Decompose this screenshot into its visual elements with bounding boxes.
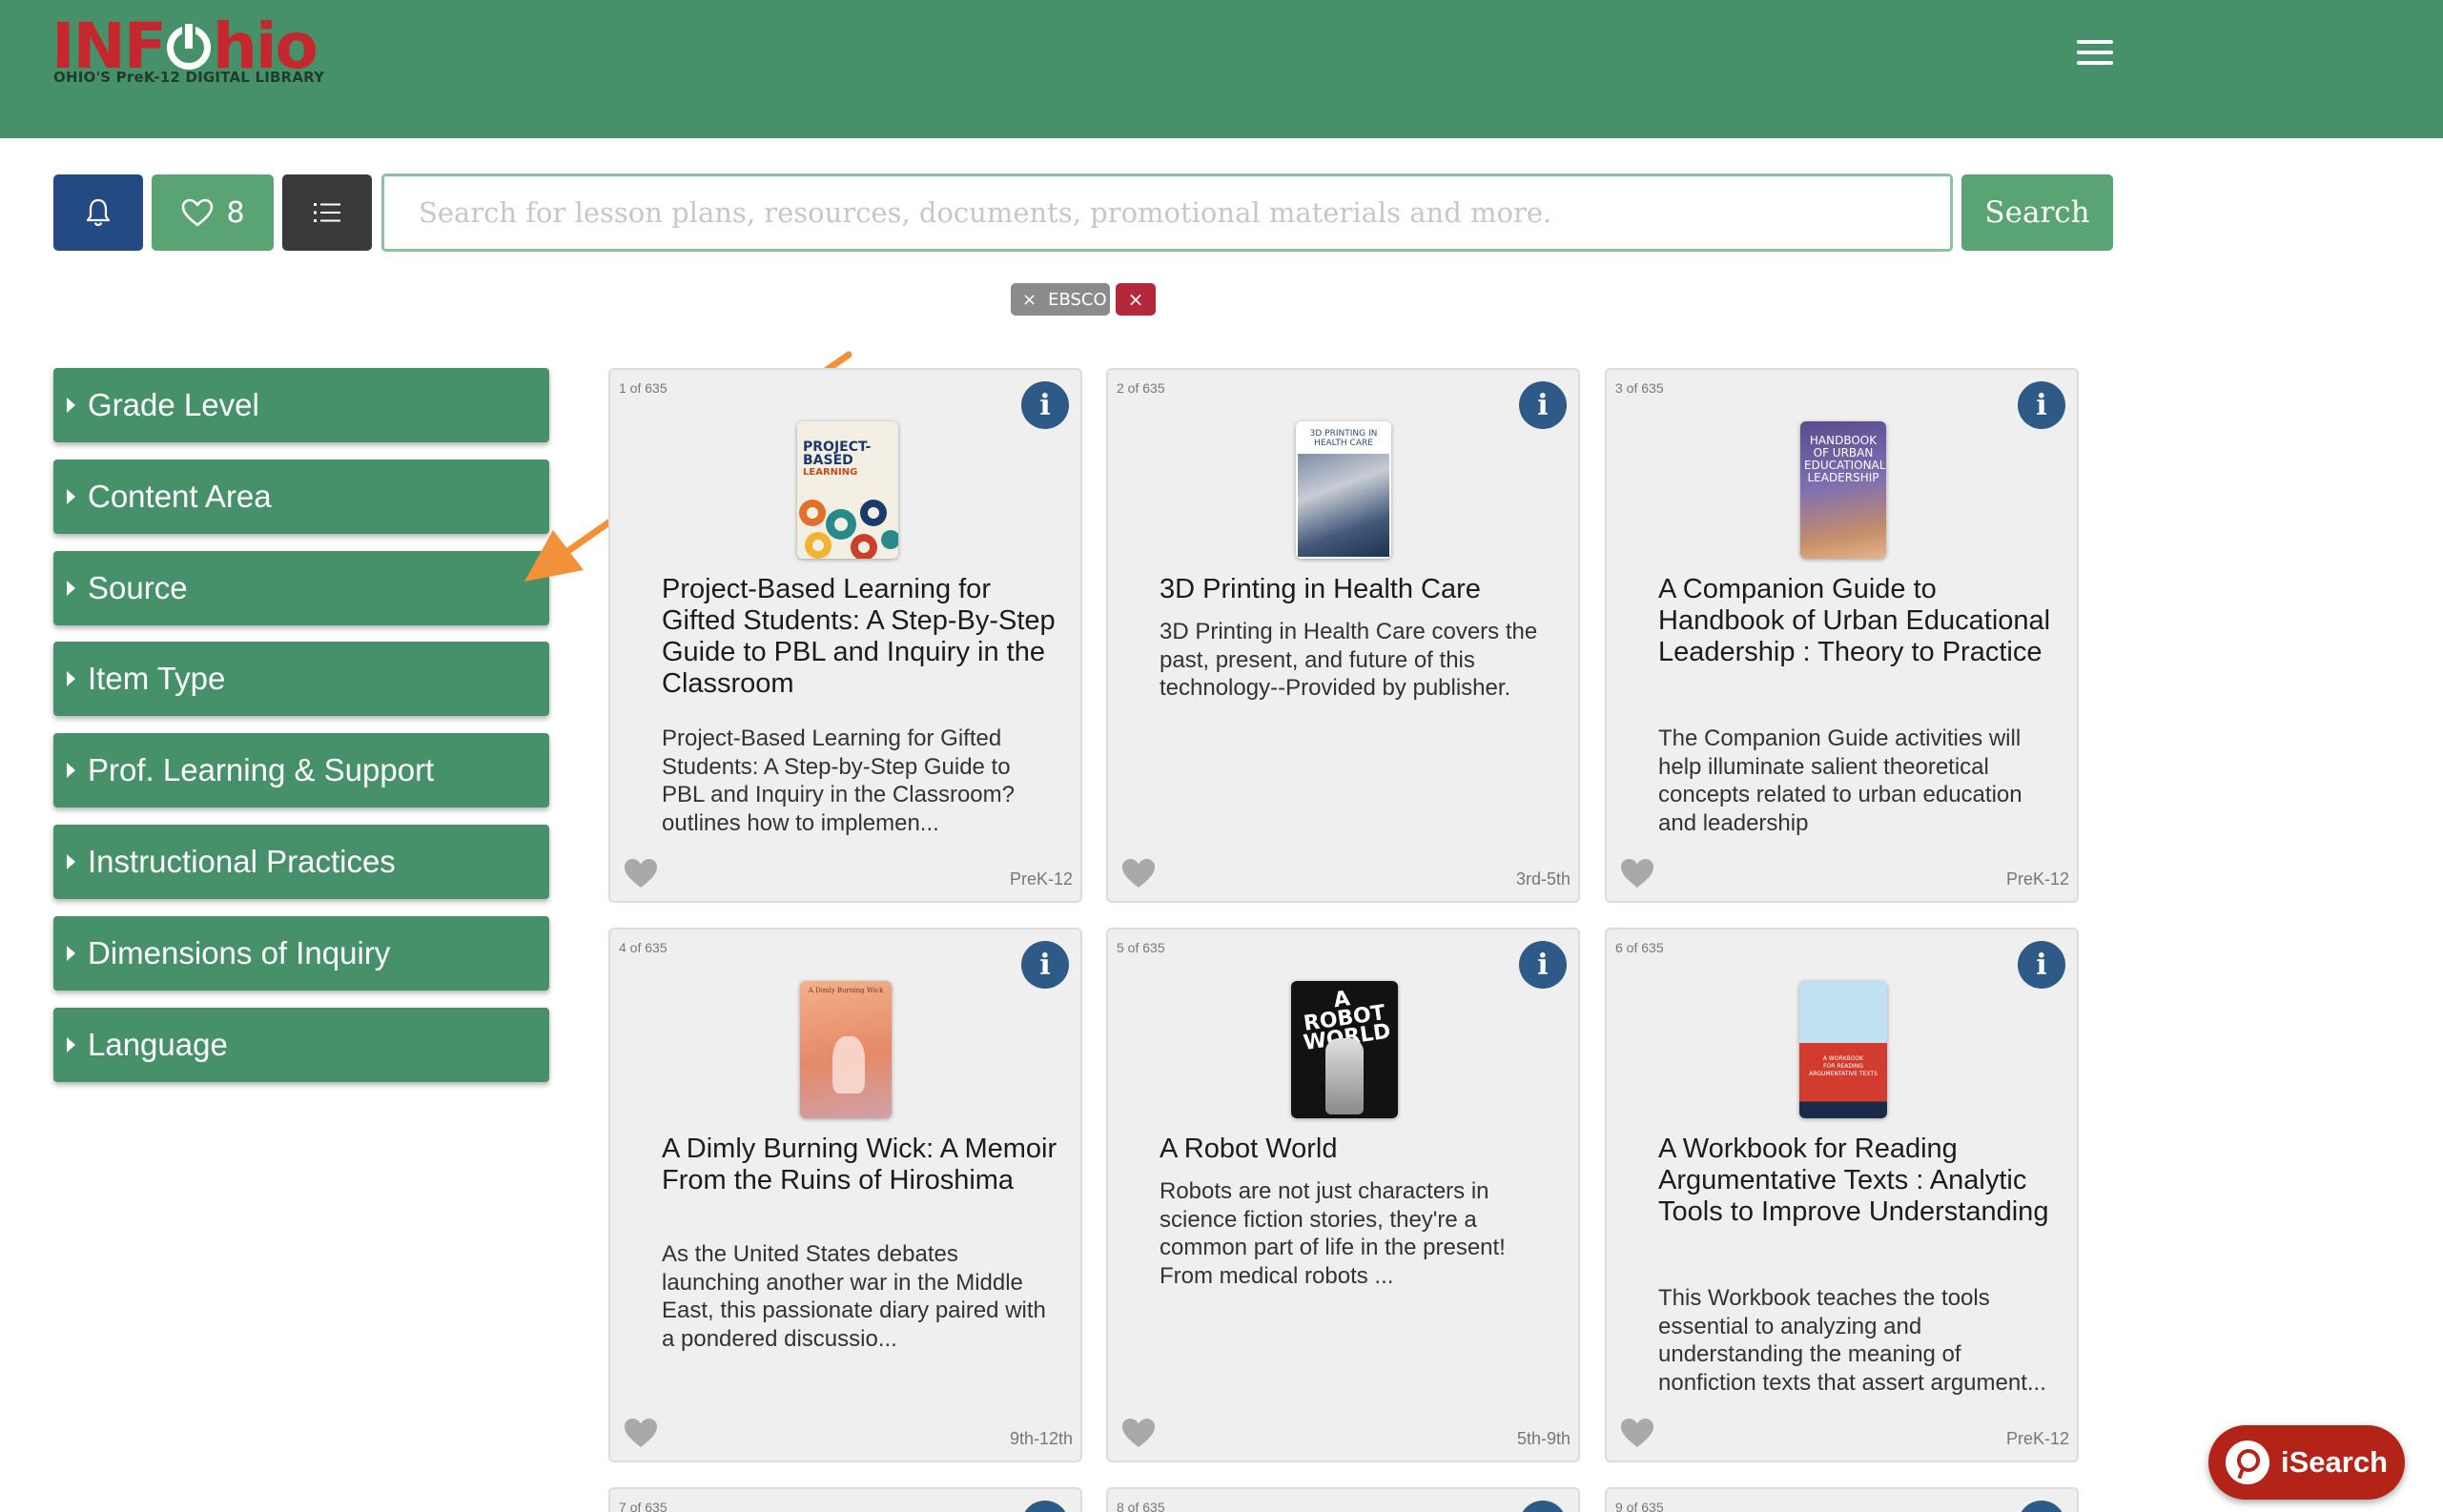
caret-right-icon: [67, 671, 75, 686]
favorite-heart-icon[interactable]: [623, 857, 659, 889]
book-cover[interactable]: PROJECT- BASED LEARNING: [797, 421, 898, 559]
result-description: 3D Printing in Health Care covers the pa…: [1160, 619, 1538, 701]
result-title[interactable]: Project-Based Learning for Gifted Studen…: [662, 574, 1057, 700]
info-icon[interactable]: i: [2018, 1501, 2065, 1512]
heart-icon: [182, 198, 214, 227]
favorite-heart-icon[interactable]: [1120, 1417, 1157, 1449]
grade-level: 9th-12th: [1009, 1429, 1073, 1448]
book-cover[interactable]: A Dimly Burning Wick: [800, 981, 892, 1118]
result-card[interactable]: 7 of 635 i: [608, 1487, 1082, 1512]
facet-grade-level[interactable]: Grade Level: [53, 368, 549, 442]
caret-right-icon: [67, 398, 75, 413]
list-icon: [314, 203, 340, 222]
facet-language[interactable]: Language: [53, 1008, 549, 1082]
facet-source[interactable]: Source: [53, 551, 549, 625]
facet-instructional-practices[interactable]: Instructional Practices: [53, 825, 549, 899]
filter-chip-ebsco[interactable]: × EBSCO: [1011, 283, 1110, 316]
info-icon[interactable]: i: [1519, 1501, 1567, 1512]
favorites-count: 8: [226, 195, 245, 230]
search-input[interactable]: [381, 174, 1953, 252]
result-description: The Companion Guide activities will help…: [1658, 725, 2022, 836]
menu-icon[interactable]: [2077, 38, 2115, 67]
info-icon[interactable]: i: [1519, 941, 1567, 989]
result-counter: 2 of 635: [1117, 380, 1165, 396]
result-description: Robots are not just characters in scienc…: [1160, 1178, 1506, 1289]
bell-icon: [86, 198, 111, 227]
result-title[interactable]: A Robot World: [1160, 1134, 1555, 1165]
info-icon[interactable]: i: [1519, 381, 1567, 429]
caret-right-icon: [67, 946, 75, 961]
result-card[interactable]: 6 of 635 i A WORKBOOK FOR READING ARGUMENT…: [1605, 928, 2079, 1462]
result-counter: 4 of 635: [619, 940, 667, 955]
grade-level: PreK-12: [2005, 1429, 2069, 1448]
favorite-heart-icon[interactable]: [1619, 1417, 1655, 1449]
facet-item-type[interactable]: Item Type: [53, 642, 549, 716]
infohio-logo[interactable]: INF hio OHIO'S PreK-12 DIGITAL LIBRARY: [51, 15, 338, 92]
caret-right-icon: [67, 854, 75, 869]
result-card[interactable]: 1 of 635 i PROJECT- BASED LEARNING Projec…: [608, 368, 1082, 903]
isearch-button[interactable]: iSearch: [2208, 1425, 2405, 1500]
result-counter: 9 of 635: [1615, 1500, 1664, 1512]
favorite-heart-icon[interactable]: [623, 1417, 659, 1449]
book-cover[interactable]: HANDBOOK OF URBAN EDUCATIONAL LEADERSHIP: [1800, 421, 1886, 559]
caret-right-icon: [67, 1037, 75, 1052]
result-counter: 6 of 635: [1615, 940, 1664, 955]
grade-level: 5th-9th: [1516, 1429, 1570, 1448]
grade-level: PreK-12: [2005, 869, 2069, 889]
gears-illustration: [799, 500, 898, 559]
book-cover[interactable]: A ROBOTWORLD: [1291, 981, 1398, 1118]
result-title[interactable]: 3D Printing in Health Care: [1160, 574, 1555, 605]
caret-right-icon: [67, 581, 75, 596]
info-icon[interactable]: i: [1021, 941, 1069, 989]
caret-right-icon: [67, 489, 75, 504]
facet-dimensions-of-inquiry[interactable]: Dimensions of Inquiry: [53, 916, 549, 991]
result-title[interactable]: A Dimly Burning Wick: A Memoir From the …: [662, 1134, 1057, 1196]
result-card[interactable]: 5 of 635 i A ROBOTWORLD A Robot World Ro…: [1106, 928, 1580, 1462]
clear-filters-button[interactable]: ×: [1116, 283, 1156, 316]
grade-level: 3rd-5th: [1515, 869, 1570, 889]
favorites-button[interactable]: 8: [152, 174, 274, 251]
facet-prof-learning-support[interactable]: Prof. Learning & Support: [53, 733, 549, 807]
favorite-heart-icon[interactable]: [1120, 857, 1157, 889]
remove-filter-icon[interactable]: ×: [1022, 290, 1037, 310]
isearch-icon: [2226, 1440, 2269, 1484]
result-description: Project-Based Learning for Gifted Studen…: [662, 725, 1015, 836]
filter-chip-label: EBSCO: [1048, 289, 1107, 310]
result-description: As the United States debates launching a…: [662, 1241, 1046, 1352]
logo-tagline: OHIO'S PreK-12 DIGITAL LIBRARY: [53, 69, 325, 86]
result-card[interactable]: 9 of 635 i: [1605, 1487, 2079, 1512]
result-card[interactable]: 3 of 635 i HANDBOOK OF URBAN EDUCATIONAL LE…: [1605, 368, 2079, 903]
favorite-heart-icon[interactable]: [1619, 857, 1655, 889]
site-header: INF hio OHIO'S PreK-12 DIGITAL LIBRARY: [0, 0, 2443, 138]
list-view-button[interactable]: [282, 174, 372, 251]
facet-content-area[interactable]: Content Area: [53, 460, 549, 534]
notifications-button[interactable]: [53, 174, 143, 251]
book-cover[interactable]: A WORKBOOK FOR READING ARGUMENTATIVE TEXTS: [1799, 981, 1887, 1118]
isearch-label: iSearch: [2281, 1445, 2389, 1479]
info-icon[interactable]: i: [1021, 381, 1069, 429]
result-card[interactable]: 2 of 635 i 3D PRINTING IN HEALTH CARE 3D …: [1106, 368, 1580, 903]
grade-level: PreK-12: [1009, 869, 1073, 889]
result-title[interactable]: A Workbook for Reading Argumentative Tex…: [1658, 1134, 2054, 1228]
result-counter: 3 of 635: [1615, 380, 1664, 396]
result-counter: 7 of 635: [619, 1500, 667, 1512]
result-title[interactable]: A Companion Guide to Handbook of Urban E…: [1658, 574, 2054, 668]
info-icon[interactable]: i: [1021, 1501, 1069, 1512]
result-counter: 8 of 635: [1117, 1500, 1165, 1512]
result-description: This Workbook teaches the tools essentia…: [1658, 1285, 2046, 1396]
book-cover[interactable]: 3D PRINTING IN HEALTH CARE: [1296, 421, 1391, 559]
result-counter: 5 of 635: [1117, 940, 1165, 955]
info-icon[interactable]: i: [2018, 941, 2065, 989]
power-icon: [166, 26, 211, 70]
search-button[interactable]: Search: [1961, 174, 2113, 251]
caret-right-icon: [67, 763, 75, 778]
result-card[interactable]: 8 of 635 i: [1106, 1487, 1580, 1512]
info-icon[interactable]: i: [2018, 381, 2065, 429]
result-counter: 1 of 635: [619, 380, 667, 396]
result-card[interactable]: 4 of 635 i A Dimly Burning Wick A Dimly …: [608, 928, 1082, 1462]
